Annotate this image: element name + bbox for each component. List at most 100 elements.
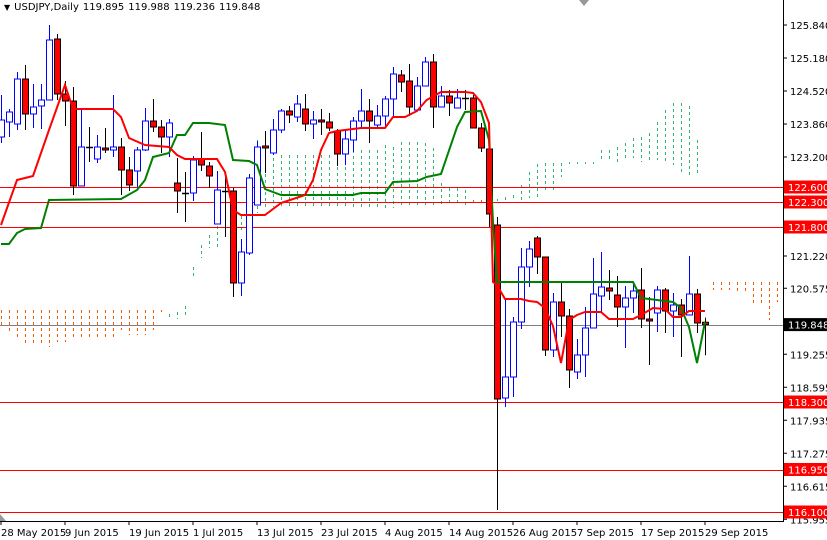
- price-tick-label: 125.840: [790, 21, 827, 32]
- candle: [310, 111, 317, 139]
- time-tick-label: 4 Aug 2015: [385, 528, 443, 539]
- candle-body: [510, 321, 517, 378]
- candle-body: [622, 297, 629, 308]
- candle: [478, 123, 485, 152]
- candle-body: [398, 74, 405, 83]
- candle-body: [190, 159, 197, 194]
- candle-body: [534, 237, 541, 258]
- level-price-label: 122.600: [788, 183, 827, 194]
- candle: [102, 128, 109, 153]
- candle-body: [518, 266, 525, 323]
- candle: [94, 135, 101, 163]
- time-tick-label: 17 Sep 2015: [641, 528, 704, 539]
- level-price-label: 122.300: [788, 198, 827, 209]
- price-tick-label: 116.615: [790, 482, 827, 493]
- candle: [334, 129, 341, 166]
- candle-body: [334, 130, 341, 155]
- candle-body: [46, 39, 53, 101]
- candle: [318, 109, 325, 135]
- candle: [14, 72, 21, 130]
- candle-body: [102, 147, 109, 151]
- level-price-label: 116.100: [788, 508, 827, 519]
- candle-body: [286, 110, 293, 116]
- price-tick-label: 123.860: [790, 120, 827, 131]
- candle-body: [598, 286, 605, 297]
- current-price-label: 119.848: [788, 321, 827, 332]
- shift-marker-icon[interactable]: [579, 0, 589, 6]
- candle-body: [318, 119, 325, 123]
- price-tick-label: 124.520: [790, 87, 827, 98]
- time-tick-label: 14 Aug 2015: [449, 528, 513, 539]
- candle-body: [342, 138, 349, 155]
- candle: [262, 131, 269, 173]
- candle-body: [526, 248, 533, 268]
- candle: [502, 298, 509, 407]
- candle-body: [414, 85, 421, 111]
- level-price-label: 121.800: [788, 223, 827, 234]
- candle-body: [166, 122, 173, 138]
- candle-body: [630, 290, 637, 299]
- candle: [510, 317, 517, 397]
- candle-body: [22, 78, 29, 115]
- candle: [382, 96, 389, 126]
- price-chart[interactable]: 125.840 125.180 124.520 123.860 123.200 121.2…: [0, 0, 827, 540]
- candle: [198, 132, 205, 171]
- candle: [342, 129, 349, 165]
- candle-body: [174, 182, 181, 192]
- candle: [6, 109, 13, 137]
- time-tick-label: 7 Sep 2015: [577, 528, 634, 539]
- candle-body: [94, 146, 101, 160]
- candle-body: [382, 98, 389, 117]
- price-axis: 125.840 125.180 124.520 123.860 123.200 121.2…: [783, 21, 827, 526]
- price-tick-label: 121.220: [790, 252, 827, 263]
- candle: [46, 25, 53, 101]
- candle-body: [270, 129, 277, 154]
- candle: [22, 65, 29, 130]
- price-tick-label: 123.200: [790, 153, 827, 164]
- scroll-marker-icon[interactable]: [0, 514, 6, 521]
- candle-body: [78, 146, 85, 187]
- candle-body: [214, 189, 221, 225]
- candle: [126, 157, 133, 191]
- candle: [302, 94, 309, 131]
- candle-body: [150, 120, 157, 128]
- candle-body: [262, 145, 269, 149]
- time-tick-label: 19 Jun 2015: [129, 528, 189, 539]
- price-tick-label: 117.935: [790, 416, 827, 427]
- candle-body: [14, 78, 21, 125]
- candle: [422, 57, 429, 87]
- candle-body: [238, 251, 245, 284]
- time-tick-label: 9 Jun 2015: [65, 528, 119, 539]
- candle-body: [670, 304, 677, 312]
- candle-body: [38, 99, 45, 107]
- time-axis: 28 May 20159 Jun 2015 19 Jun 2015 1 Jul 20…: [0, 521, 768, 539]
- candle-body: [134, 149, 141, 172]
- candle-body: [350, 120, 357, 141]
- candle-body: [254, 146, 261, 206]
- candle-body: [422, 61, 429, 87]
- candle: [358, 89, 365, 127]
- candle: [238, 239, 245, 296]
- time-tick-label: 28 May 2015: [1, 528, 66, 539]
- candle-body: [430, 61, 437, 108]
- candle: [366, 99, 373, 143]
- candle: [590, 258, 597, 329]
- candle: [38, 84, 45, 129]
- candle-body: [6, 111, 13, 123]
- price-tick-label: 117.275: [790, 449, 827, 460]
- candle-body: [390, 73, 397, 100]
- price-tick-label: 125.180: [790, 54, 827, 65]
- candle-body: [614, 294, 621, 308]
- candle: [414, 77, 421, 111]
- candle: [558, 283, 565, 337]
- time-tick-label: 26 Aug 2015: [513, 528, 577, 539]
- price-tick-label: 120.575: [790, 284, 827, 295]
- candle-body: [358, 110, 365, 122]
- time-tick-label: 1 Jul 2015: [193, 528, 243, 539]
- candle-body: [158, 126, 165, 138]
- candle: [134, 147, 141, 187]
- time-tick-label: 13 Jul 2015: [257, 528, 314, 539]
- candle-body: [110, 146, 117, 151]
- time-tick-label: 23 Jul 2015: [321, 528, 378, 539]
- candle-body: [366, 110, 373, 122]
